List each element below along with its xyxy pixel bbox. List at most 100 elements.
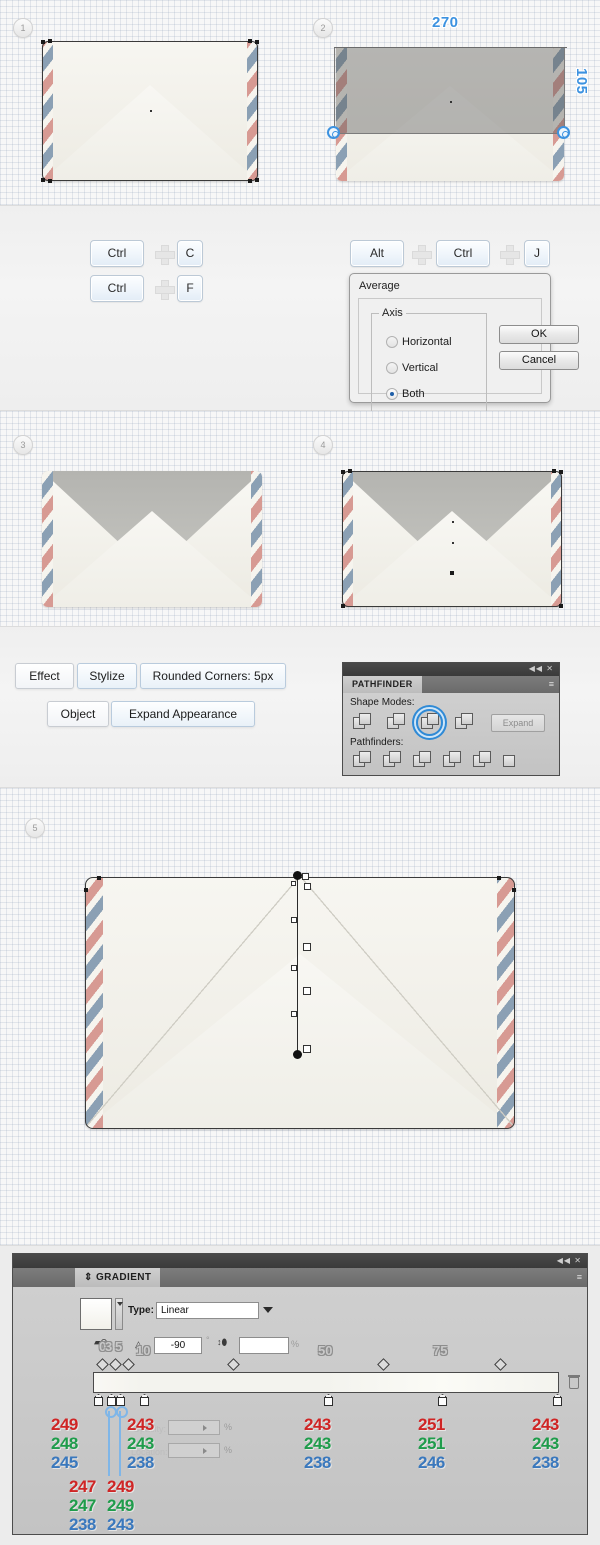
key-c[interactable]: C <box>177 240 203 267</box>
close-icon[interactable]: ✕ <box>546 664 554 673</box>
gradient-preview-swatch[interactable] <box>80 1298 112 1330</box>
cancel-button[interactable]: Cancel <box>499 351 579 370</box>
merge-icon[interactable] <box>413 751 432 768</box>
tab-gradient[interactable]: ⇕ GRADIENT <box>75 1268 161 1287</box>
rgb-green-value: 249 <box>107 1496 134 1515</box>
menu-button-rounded-corners[interactable]: Rounded Corners: 5px <box>140 663 286 689</box>
radio-horizontal[interactable]: Horizontal <box>386 336 452 349</box>
collapse-icon[interactable]: ◀◀ <box>557 1256 571 1265</box>
gradient-midpoint-1[interactable] <box>109 1358 122 1371</box>
stop-rgb-10: 243 243 238 <box>127 1415 154 1472</box>
ok-button[interactable]: OK <box>499 325 579 344</box>
chevron-down-icon[interactable] <box>263 1307 273 1313</box>
stop-rgb-100: 243 243 238 <box>532 1415 559 1472</box>
unite-icon[interactable] <box>353 713 372 730</box>
plus-icon-4 <box>500 245 520 265</box>
radio-both[interactable]: Both <box>386 388 425 401</box>
gradient-midpoint-4[interactable] <box>377 1358 390 1371</box>
resize-handle-left[interactable] <box>327 126 340 139</box>
gradient-midpoint-0[interactable] <box>96 1358 109 1371</box>
gradient-panel: ◀◀ ✕ ⇕ GRADIENT ≡ Type: Linear ▰↷ △ -90 … <box>12 1253 588 1535</box>
key-f[interactable]: F <box>177 275 203 302</box>
envelope-body <box>42 471 262 607</box>
minus-back-icon[interactable] <box>503 751 522 768</box>
step-badge-4: 4 <box>313 435 333 455</box>
key-j[interactable]: J <box>524 240 550 267</box>
stop-position-label-75: 75 <box>433 1343 448 1358</box>
gradient-stop-0[interactable] <box>94 1394 103 1406</box>
path-outline <box>42 41 258 181</box>
gradient-stop-5[interactable] <box>116 1394 125 1406</box>
gradient-stop-50[interactable] <box>324 1394 333 1406</box>
path-handle-boxes[interactable] <box>291 873 311 1059</box>
gradient-stop-10[interactable] <box>140 1394 149 1406</box>
resize-handle-right[interactable] <box>557 126 570 139</box>
menu-button-object[interactable]: Object <box>47 701 109 727</box>
outline-icon[interactable] <box>473 751 492 768</box>
rgb-green-value: 243 <box>127 1434 154 1453</box>
panel-collapse-close[interactable]: ◀◀ ✕ <box>529 664 554 673</box>
envelope-lower-triangle <box>42 511 262 607</box>
crop-icon[interactable] <box>443 751 462 768</box>
exclude-icon[interactable] <box>455 713 474 730</box>
rgb-red-value: 247 <box>69 1477 96 1496</box>
menu-button-effect[interactable]: Effect <box>15 663 74 689</box>
shape-modes-label: Shape Modes: <box>350 697 415 708</box>
radio-dot <box>386 336 398 348</box>
panel-tabbar: PATHFINDER ≡ <box>343 676 559 693</box>
collapse-icon[interactable]: ◀◀ <box>529 664 543 673</box>
key-alt[interactable]: Alt <box>350 240 404 267</box>
menu-button-expand-appearance[interactable]: Expand Appearance <box>111 701 255 727</box>
divide-icon[interactable] <box>353 751 372 768</box>
radio-vertical[interactable]: Vertical <box>386 362 438 375</box>
location-input[interactable] <box>168 1443 220 1458</box>
gradient-aspect-input[interactable] <box>239 1337 289 1354</box>
panel-chrome: ◀◀ ✕ <box>343 663 559 676</box>
aspect-ratio-icon: ↕⬮ <box>217 1337 228 1347</box>
trim-icon[interactable] <box>383 751 402 768</box>
key-ctrl-1[interactable]: Ctrl <box>90 240 144 267</box>
gradient-stop-100[interactable] <box>553 1394 562 1406</box>
stop-position-label-3: 3 <box>105 1339 113 1354</box>
close-icon[interactable]: ✕ <box>574 1256 582 1265</box>
gradient-swatch-dropdown[interactable] <box>115 1298 123 1330</box>
selected-shape-mode-ring <box>416 709 443 736</box>
panel-tabbar: ⇕ GRADIENT ≡ <box>13 1268 587 1287</box>
radio-label: Both <box>402 388 425 400</box>
gradient-midpoint-3[interactable] <box>227 1358 240 1371</box>
axis-legend: Axis <box>379 307 406 319</box>
aspect-percent-symbol: % <box>291 1339 300 1349</box>
gradient-stop-3[interactable] <box>107 1394 116 1406</box>
gradient-stop-75[interactable] <box>438 1394 447 1406</box>
envelope-step-1 <box>41 39 259 183</box>
gradient-midpoint-2[interactable] <box>122 1358 135 1371</box>
expand-button[interactable]: Expand <box>491 714 545 732</box>
degree-symbol: ° <box>206 1335 210 1345</box>
gradient-angle-input[interactable]: -90 <box>154 1337 202 1354</box>
delete-stop-icon[interactable] <box>568 1375 580 1389</box>
tab-pathfinder[interactable]: PATHFINDER <box>343 676 422 693</box>
panel-menu-icon[interactable]: ≡ <box>549 679 554 689</box>
panel-menu-icon[interactable]: ≡ <box>577 1272 582 1282</box>
opacity-input[interactable] <box>168 1420 220 1435</box>
type-label: Type: <box>128 1305 154 1316</box>
menu-button-stylize[interactable]: Stylize <box>77 663 137 689</box>
plus-icon-1 <box>155 245 175 265</box>
average-dialog: Average Axis Horizontal Vertical Both OK… <box>349 273 579 425</box>
key-ctrl-3[interactable]: Ctrl <box>436 240 490 267</box>
gradient-slider-bar[interactable] <box>93 1372 559 1393</box>
dimension-line-top <box>334 47 567 48</box>
panel-collapse-close[interactable]: ◀◀ ✕ <box>557 1256 582 1265</box>
rgb-red-value: 251 <box>418 1415 445 1434</box>
rgb-green-value: 251 <box>418 1434 445 1453</box>
envelope-step-5 <box>84 871 516 1129</box>
stop-rgb-0: 249 248 245 <box>51 1415 78 1472</box>
stop-rgb-5: 249 249 243 <box>107 1477 134 1534</box>
minus-front-icon[interactable] <box>387 713 406 730</box>
airmail-stripes-left <box>42 471 53 607</box>
gradient-midpoint-5[interactable] <box>494 1358 507 1371</box>
rgb-blue-value: 238 <box>69 1515 96 1534</box>
gradient-type-input[interactable]: Linear <box>156 1302 259 1319</box>
key-ctrl-2[interactable]: Ctrl <box>90 275 144 302</box>
path-outline <box>342 471 562 607</box>
